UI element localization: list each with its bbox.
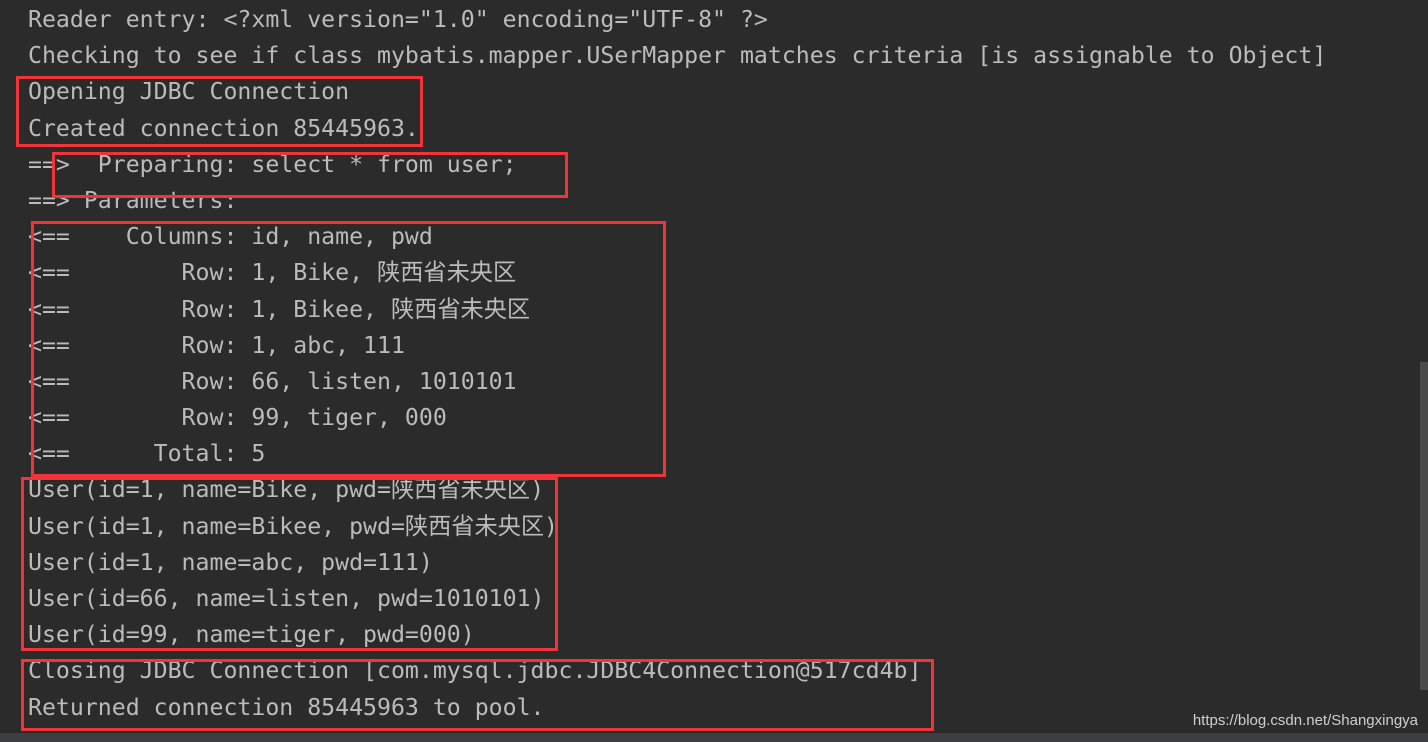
log-line: User(id=1, name=Bike, pwd=陕西省未央区): [28, 476, 545, 504]
log-line: <== Row: 1, Bike, 陕西省未央区: [28, 259, 517, 287]
log-line: <== Row: 66, listen, 1010101: [28, 367, 517, 395]
vertical-scrollbar[interactable]: [1420, 362, 1428, 690]
log-line: ==> Parameters:: [28, 186, 252, 214]
log-line: <== Row: 99, tiger, 000: [28, 404, 447, 432]
log-line: User(id=99, name=tiger, pwd=000): [28, 621, 475, 649]
log-line: <== Row: 1, abc, 111: [28, 331, 405, 359]
log-line: Returned connection 85445963 to pool.: [28, 693, 545, 721]
log-line: <== Total: 5: [28, 440, 266, 468]
console-output: Reader entry: <?xml version="1.0" encodi…: [28, 2, 1326, 726]
log-line: Closing JDBC Connection [com.mysql.jdbc.…: [28, 657, 922, 685]
log-line: Created connection 85445963.: [28, 114, 419, 142]
bottom-bar: [0, 733, 1428, 742]
log-line: Reader entry: <?xml version="1.0" encodi…: [28, 6, 768, 33]
log-line: User(id=1, name=Bikee, pwd=陕西省未央区): [28, 512, 559, 540]
log-line: <== Columns: id, name, pwd: [28, 223, 433, 251]
log-line: <== Row: 1, Bikee, 陕西省未央区: [28, 295, 531, 323]
log-line: ==> Preparing: select * from user;: [28, 150, 517, 178]
log-line: User(id=66, name=listen, pwd=1010101): [28, 585, 545, 612]
log-line: Opening JDBC Connection: [28, 78, 350, 106]
log-line: User(id=1, name=abc, pwd=111): [28, 548, 433, 576]
log-line: Checking to see if class mybatis.mapper.…: [28, 42, 1327, 70]
watermark: https://blog.csdn.net/Shangxingya: [1192, 712, 1418, 729]
